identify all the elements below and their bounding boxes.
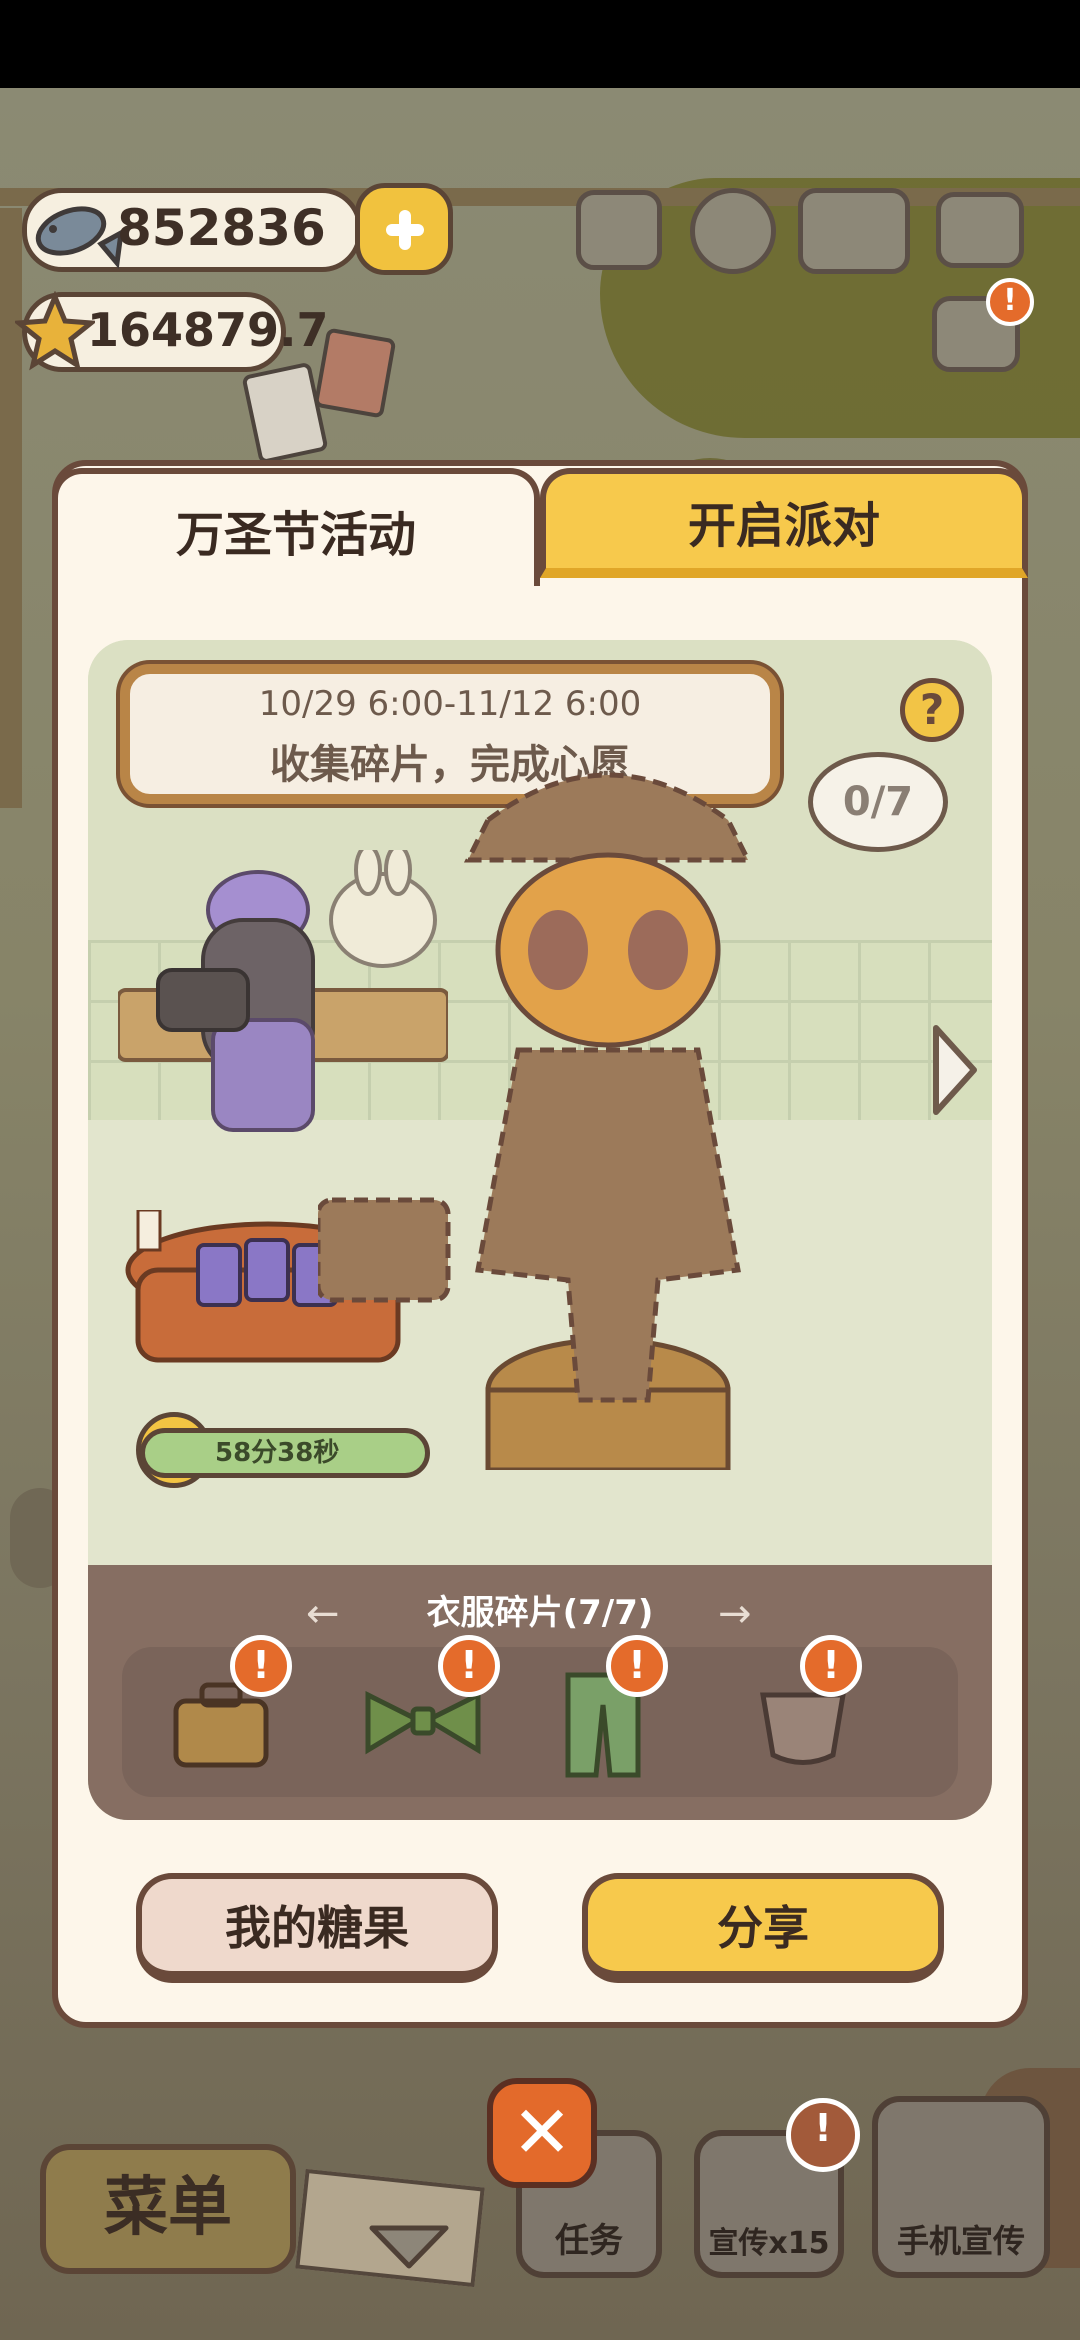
part-alert-badge: ! (800, 1635, 862, 1697)
part-alert-badge: ! (230, 1635, 292, 1697)
gear-icon[interactable] (690, 188, 776, 274)
share-button[interactable]: 分享 (582, 1873, 944, 1983)
star-currency-pill: 164879.7 (15, 291, 329, 372)
promote-alert-badge: ! (786, 2098, 860, 2172)
star-icon (15, 291, 95, 371)
parts-next-arrow-icon[interactable]: → (718, 1591, 752, 1637)
fish-currency-pill: 852836 (22, 188, 362, 272)
phone-promote-label: 手机宣传 (896, 2222, 1025, 2260)
tab-halloween-event[interactable]: 万圣节活动 (52, 468, 540, 586)
guidebook-icon[interactable] (798, 188, 910, 274)
my-candy-button[interactable]: 我的糖果 (136, 1873, 498, 1983)
mail-alert-badge: ! (986, 278, 1034, 326)
tab-start-party[interactable]: 开启派对 (540, 468, 1028, 578)
game-screen: 852836 164879.7 ! 万圣节活动 开启派对 10/29 6:00-… (0, 0, 1080, 2340)
close-button[interactable]: ✕ (487, 2078, 597, 2188)
part-alert-badge: ! (438, 1635, 500, 1697)
part-alert-badge: ! (606, 1635, 668, 1697)
menu-label: 菜单 (104, 2171, 232, 2245)
promote-label: 宣传x15 (708, 2226, 830, 2261)
fish-icon (35, 206, 123, 269)
help-button[interactable]: ? (900, 678, 964, 742)
part-bowtie[interactable]: ! (358, 1635, 500, 1775)
camera-icon[interactable] (936, 192, 1024, 268)
leaderboard-icon[interactable] (576, 190, 662, 270)
fish-count: 852836 (117, 199, 326, 257)
pumpkin-scarecrow-silhouette (318, 772, 753, 1470)
tasks-label: 任务 (555, 2221, 623, 2261)
status-bar (0, 0, 1080, 88)
part-bag[interactable]: ! (748, 1635, 862, 1775)
part-pants[interactable]: ! (548, 1635, 668, 1778)
phone-promote-button[interactable]: 手机宣传 (872, 2096, 1050, 2278)
countdown-timer: 58分38秒 (140, 1428, 430, 1478)
clothing-parts-panel: ← 衣服碎片(7/7) → ! ! ! ! (88, 1565, 992, 1820)
next-arrow-icon[interactable] (928, 1020, 982, 1120)
parts-title: 衣服碎片(7/7) (426, 1593, 654, 1633)
event-stage: 10/29 6:00-11/12 6:00 收集碎片，完成心愿 ? 0/7 58… (88, 640, 992, 1820)
playing-card-decoration (241, 361, 329, 465)
add-fish-button[interactable] (355, 183, 453, 275)
event-date-range: 10/29 6:00-11/12 6:00 (258, 684, 642, 724)
part-suitcase[interactable]: ! (166, 1635, 292, 1775)
close-icon: ✕ (511, 2090, 573, 2174)
menu-button[interactable]: 菜单 (40, 2144, 296, 2274)
star-count: 164879.7 (87, 303, 329, 357)
chevron-down-icon[interactable] (366, 2222, 452, 2272)
